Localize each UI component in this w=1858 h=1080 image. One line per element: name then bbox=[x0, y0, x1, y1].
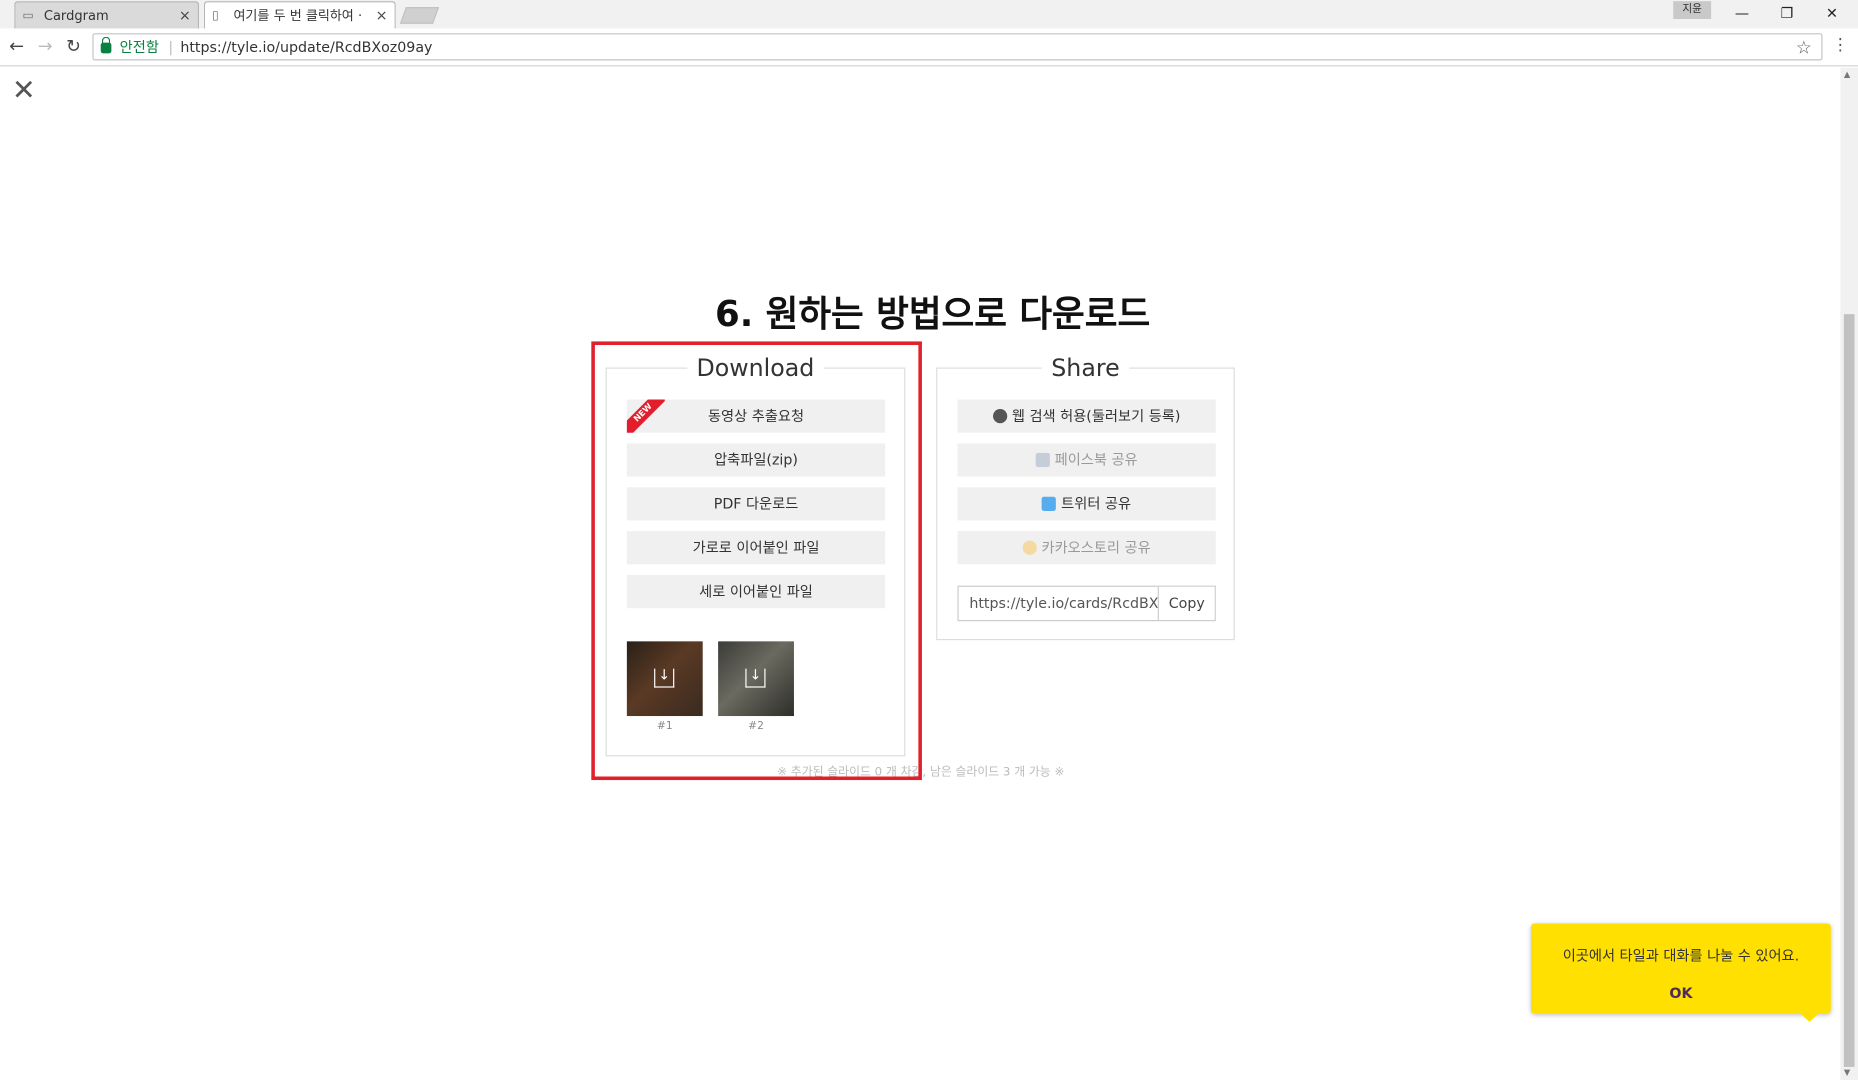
address-bar[interactable]: 안전함 | https://tyle.io/update/RcdBXoz09ay… bbox=[92, 33, 1823, 61]
scrollbar-thumb[interactable] bbox=[1843, 314, 1855, 1067]
share-link-input[interactable]: https://tyle.io/cards/RcdBXo bbox=[959, 587, 1157, 620]
separator: | bbox=[168, 38, 174, 56]
toast-ok-button[interactable]: OK bbox=[1531, 985, 1831, 1002]
window-close-button[interactable]: ✕ bbox=[1809, 0, 1854, 26]
globe-icon bbox=[992, 408, 1008, 424]
browser-menu-icon[interactable]: ⋮ bbox=[1832, 36, 1849, 55]
button-label: 트위터 공유 bbox=[1061, 495, 1132, 513]
chat-toast: 이곳에서 타일과 대화를 나눌 수 있어요. OK bbox=[1531, 923, 1831, 1022]
back-button[interactable]: ← bbox=[6, 36, 27, 57]
close-icon[interactable]: ✕ bbox=[12, 76, 36, 104]
button-label: 카카오스토리 공유 bbox=[1041, 539, 1151, 556]
browser-toolbar: ← → ↻ 안전함 | https://tyle.io/update/RcdBX… bbox=[0, 28, 1858, 67]
facebook-share-button[interactable]: 페이스북 공유 bbox=[957, 443, 1216, 477]
new-tab-button[interactable] bbox=[399, 7, 440, 24]
twitter-icon bbox=[1042, 496, 1057, 511]
tab-title: Cardgram bbox=[43, 7, 109, 24]
lock-icon bbox=[100, 36, 112, 54]
tab-title: 여기를 두 번 클릭하여 · bbox=[233, 8, 363, 24]
kakaostory-icon bbox=[1022, 540, 1037, 555]
forward-button[interactable]: → bbox=[34, 36, 55, 57]
web-search-allow-button[interactable]: 웹 검색 허용(둘러보기 등록) bbox=[957, 399, 1216, 433]
facebook-icon bbox=[1035, 452, 1050, 468]
profile-badge[interactable]: 지윤 bbox=[1673, 1, 1712, 19]
restore-button[interactable]: ❐ bbox=[1764, 0, 1809, 26]
toast-pointer bbox=[1797, 1011, 1822, 1022]
chat-icon: ▭ bbox=[22, 8, 34, 22]
scroll-up-icon[interactable]: ▲ bbox=[1844, 70, 1850, 79]
tab-cardgram[interactable]: ▭ Cardgram × bbox=[14, 1, 200, 29]
url-text[interactable]: https://tyle.io/update/RcdBXoz09ay bbox=[180, 39, 432, 56]
tab-strip: ▭ Cardgram × ▯ 여기를 두 번 클릭하여 · × 지윤 — ❐ ✕ bbox=[0, 0, 1858, 29]
page-icon: ▯ bbox=[212, 8, 219, 22]
copy-button[interactable]: Copy bbox=[1157, 586, 1215, 621]
button-label: 페이스북 공유 bbox=[1054, 451, 1138, 469]
close-tab-icon[interactable]: × bbox=[179, 7, 191, 24]
page-title: 6. 원하는 방법으로 다운로드 bbox=[715, 294, 1151, 336]
highlight-box bbox=[591, 341, 922, 781]
close-tab-icon[interactable]: × bbox=[376, 7, 388, 24]
twitter-share-button[interactable]: 트위터 공유 bbox=[957, 487, 1216, 521]
kakaostory-share-button[interactable]: 카카오스토리 공유 bbox=[957, 531, 1216, 565]
toast-message: 이곳에서 타일과 대화를 나눌 수 있어요. bbox=[1562, 947, 1800, 964]
reload-button[interactable]: ↻ bbox=[63, 36, 84, 57]
minimize-button[interactable]: — bbox=[1719, 0, 1764, 26]
share-link-field: https://tyle.io/cards/RcdBXo Copy bbox=[957, 585, 1216, 622]
share-panel: Share 웹 검색 허용(둘러보기 등록) 페이스북 공유 트위터 공유 카카… bbox=[936, 353, 1235, 641]
scroll-down-icon[interactable]: ▼ bbox=[1844, 1068, 1850, 1077]
tab-current[interactable]: ▯ 여기를 두 번 클릭하여 · × bbox=[203, 1, 396, 29]
secure-label: 안전함 bbox=[119, 39, 159, 56]
button-label: 웹 검색 허용(둘러보기 등록) bbox=[1011, 407, 1181, 425]
bookmark-star-icon[interactable]: ☆ bbox=[1796, 37, 1812, 58]
share-panel-title: Share bbox=[937, 353, 1233, 382]
